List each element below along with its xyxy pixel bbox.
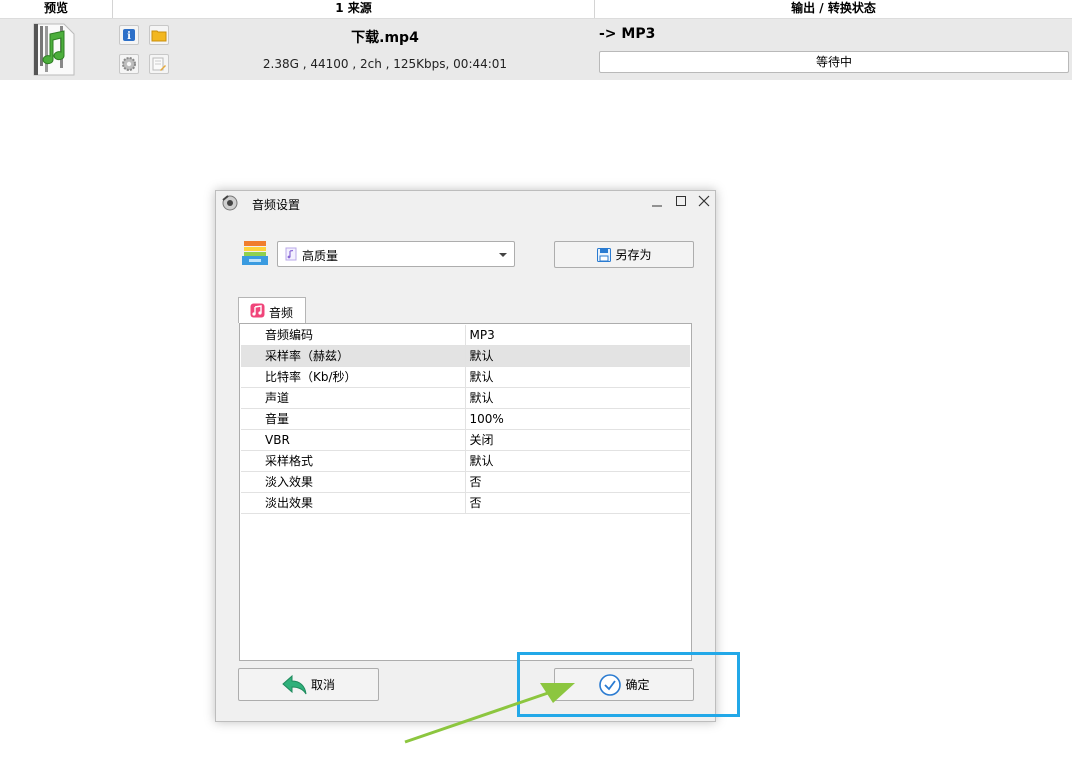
- property-name: 比特率（Kb/秒）: [241, 366, 465, 388]
- property-row[interactable]: 淡入效果 否: [241, 471, 690, 493]
- property-name: 采样率（赫兹）: [241, 345, 465, 367]
- audio-settings-dialog: 音频设置 高质量 另存为 音频 音频编码 MP3 采样率（赫兹） 默认 比特率（…: [215, 190, 716, 722]
- maximize-icon: [676, 196, 686, 206]
- property-value[interactable]: 否: [464, 492, 690, 514]
- profile-select[interactable]: 高质量: [277, 241, 515, 267]
- file-name: 下载.mp4: [351, 30, 419, 46]
- profile-list-icon: [242, 241, 268, 265]
- output-format: -> MP3: [599, 26, 656, 42]
- dialog-titlebar[interactable]: 音频设置: [216, 191, 715, 215]
- audio-file-icon: [285, 247, 297, 261]
- save-as-label: 另存为: [615, 248, 652, 262]
- property-value[interactable]: 否: [464, 471, 690, 493]
- chevron-down-icon: [499, 253, 507, 257]
- info-icon: i: [123, 29, 135, 42]
- undo-arrow-icon: [282, 674, 307, 694]
- edit-file-button[interactable]: [149, 54, 169, 74]
- column-header-output[interactable]: 输出 / 转换状态: [595, 0, 1072, 18]
- column-header-source[interactable]: 1 来源: [113, 0, 595, 18]
- property-name: 淡入效果: [241, 471, 465, 493]
- tab-audio[interactable]: 音频: [238, 297, 306, 323]
- property-value[interactable]: 默认: [464, 345, 690, 367]
- close-button[interactable]: [694, 194, 714, 212]
- property-value[interactable]: 100%: [464, 408, 690, 430]
- column-header-preview[interactable]: 预览: [0, 0, 113, 18]
- property-value[interactable]: 默认: [464, 450, 690, 472]
- conversion-status: 等待中: [599, 51, 1069, 73]
- property-value[interactable]: 默认: [464, 366, 690, 388]
- property-name: 淡出效果: [241, 492, 465, 514]
- file-list-header: 预览 1 来源 输出 / 转换状态: [0, 0, 1072, 19]
- property-row[interactable]: 采样格式 默认: [241, 450, 690, 472]
- music-note-icon: [250, 303, 265, 318]
- audio-property-grid[interactable]: 音频编码 MP3 采样率（赫兹） 默认 比特率（Kb/秒） 默认 声道 默认 音…: [239, 323, 692, 661]
- tab-audio-label: 音频: [269, 306, 294, 320]
- dialog-title: 音频设置: [252, 198, 301, 212]
- edit-file-icon: [152, 57, 166, 71]
- property-value[interactable]: 默认: [464, 387, 690, 409]
- save-as-button[interactable]: 另存为: [554, 241, 694, 268]
- property-row[interactable]: 音量 100%: [241, 408, 690, 430]
- property-row[interactable]: VBR 关闭: [241, 429, 690, 451]
- minimize-button[interactable]: [647, 194, 667, 212]
- app-logo-icon: [222, 195, 238, 211]
- property-row[interactable]: 淡出效果 否: [241, 492, 690, 514]
- property-name: VBR: [241, 429, 465, 451]
- music-file-icon: [30, 22, 78, 77]
- property-name: 音量: [241, 408, 465, 430]
- property-name: 声道: [241, 387, 465, 409]
- save-icon: [597, 247, 612, 262]
- cancel-button[interactable]: 取消: [238, 668, 379, 701]
- open-folder-button[interactable]: [149, 25, 169, 45]
- svg-text:i: i: [127, 31, 131, 42]
- annotation-highlight-box: [517, 652, 740, 717]
- property-value[interactable]: MP3: [464, 325, 690, 346]
- close-icon: [698, 195, 710, 207]
- settings-gear-icon: [122, 57, 136, 71]
- settings-button[interactable]: [119, 54, 139, 74]
- folder-icon: [151, 30, 167, 42]
- property-name: 音频编码: [241, 325, 465, 346]
- maximize-button[interactable]: [671, 194, 691, 212]
- file-row[interactable]: i 下载.mp4 2.38G , 44100 , 2ch , 125Kbps, …: [0, 19, 1072, 80]
- cancel-label: 取消: [310, 678, 335, 692]
- property-row[interactable]: 采样率（赫兹） 默认: [241, 345, 690, 367]
- info-button[interactable]: i: [119, 25, 139, 45]
- file-meta: 2.38G , 44100 , 2ch , 125Kbps, 00:44:01: [262, 57, 508, 71]
- property-name: 采样格式: [241, 450, 465, 472]
- profile-select-value: 高质量: [302, 249, 339, 263]
- property-row[interactable]: 音频编码 MP3: [241, 325, 690, 346]
- minimize-icon: [652, 205, 662, 207]
- property-row[interactable]: 比特率（Kb/秒） 默认: [241, 366, 690, 388]
- property-row[interactable]: 声道 默认: [241, 387, 690, 409]
- property-value[interactable]: 关闭: [464, 429, 690, 451]
